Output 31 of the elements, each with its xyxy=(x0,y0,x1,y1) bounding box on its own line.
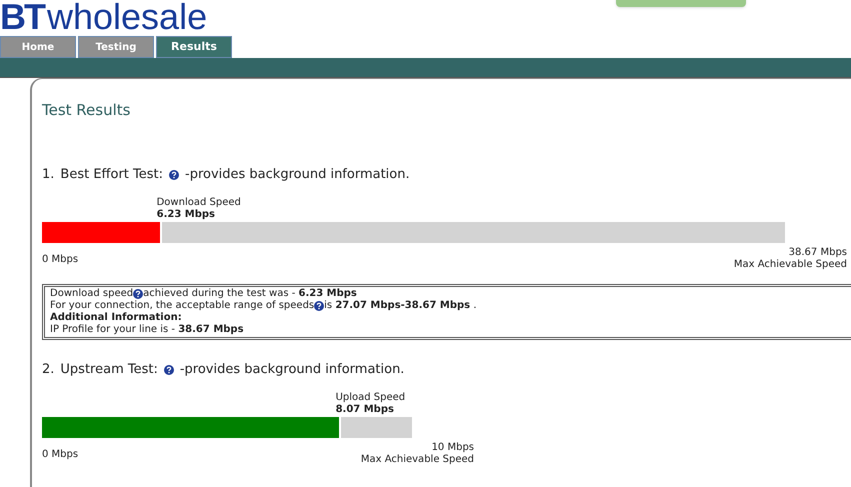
test-title: Best Effort Test: xyxy=(60,166,164,182)
details-text: Download speed xyxy=(50,288,134,300)
page-title: Test Results xyxy=(42,100,130,121)
test-title: Upstream Test: xyxy=(60,362,158,378)
test-info-text: -provides background information. xyxy=(185,166,410,182)
test-info-text: -provides background information. xyxy=(180,362,404,378)
help-icon[interactable] xyxy=(314,300,324,310)
test-number: 1. xyxy=(42,166,54,182)
test-number: 2. xyxy=(42,362,54,378)
speed-value: 6.23 Mbps xyxy=(156,208,215,220)
details-text: For your connection, the acceptable range of speeds xyxy=(50,300,314,312)
nav-tab[interactable]: Testing xyxy=(78,36,154,58)
max-speed-label: Max Achievable Speed xyxy=(360,454,474,466)
help-icon[interactable] xyxy=(133,288,144,298)
max-speed: 10 Mbps xyxy=(432,442,474,454)
details-text: Additional Information: xyxy=(50,312,182,324)
nav-tab[interactable]: Results xyxy=(156,36,232,58)
help-icon[interactable] xyxy=(164,364,174,374)
details-text: IP Profile for your line is - 38.67 Mbps xyxy=(50,324,244,336)
min-speed: 0 Mbps xyxy=(42,254,78,266)
max-speed-label: Max Achievable Speed xyxy=(734,258,847,270)
details-text: is 27.07 Mbps-38.67 Mbps . xyxy=(324,300,476,312)
max-speed: 38.67 Mbps xyxy=(788,246,847,258)
speed-label: Upload Speed xyxy=(336,392,406,404)
speed-value: 8.07 Mbps xyxy=(336,404,394,416)
speed-label: Download Speed xyxy=(156,196,241,208)
details-text: achieved during the test was - 6.23 Mbps xyxy=(143,288,357,300)
nav-tab[interactable]: Home xyxy=(0,36,76,58)
help-icon[interactable] xyxy=(169,170,180,180)
bt-wholesale-logo: BTwholesale xyxy=(0,0,208,35)
min-speed: 0 Mbps xyxy=(42,448,78,460)
